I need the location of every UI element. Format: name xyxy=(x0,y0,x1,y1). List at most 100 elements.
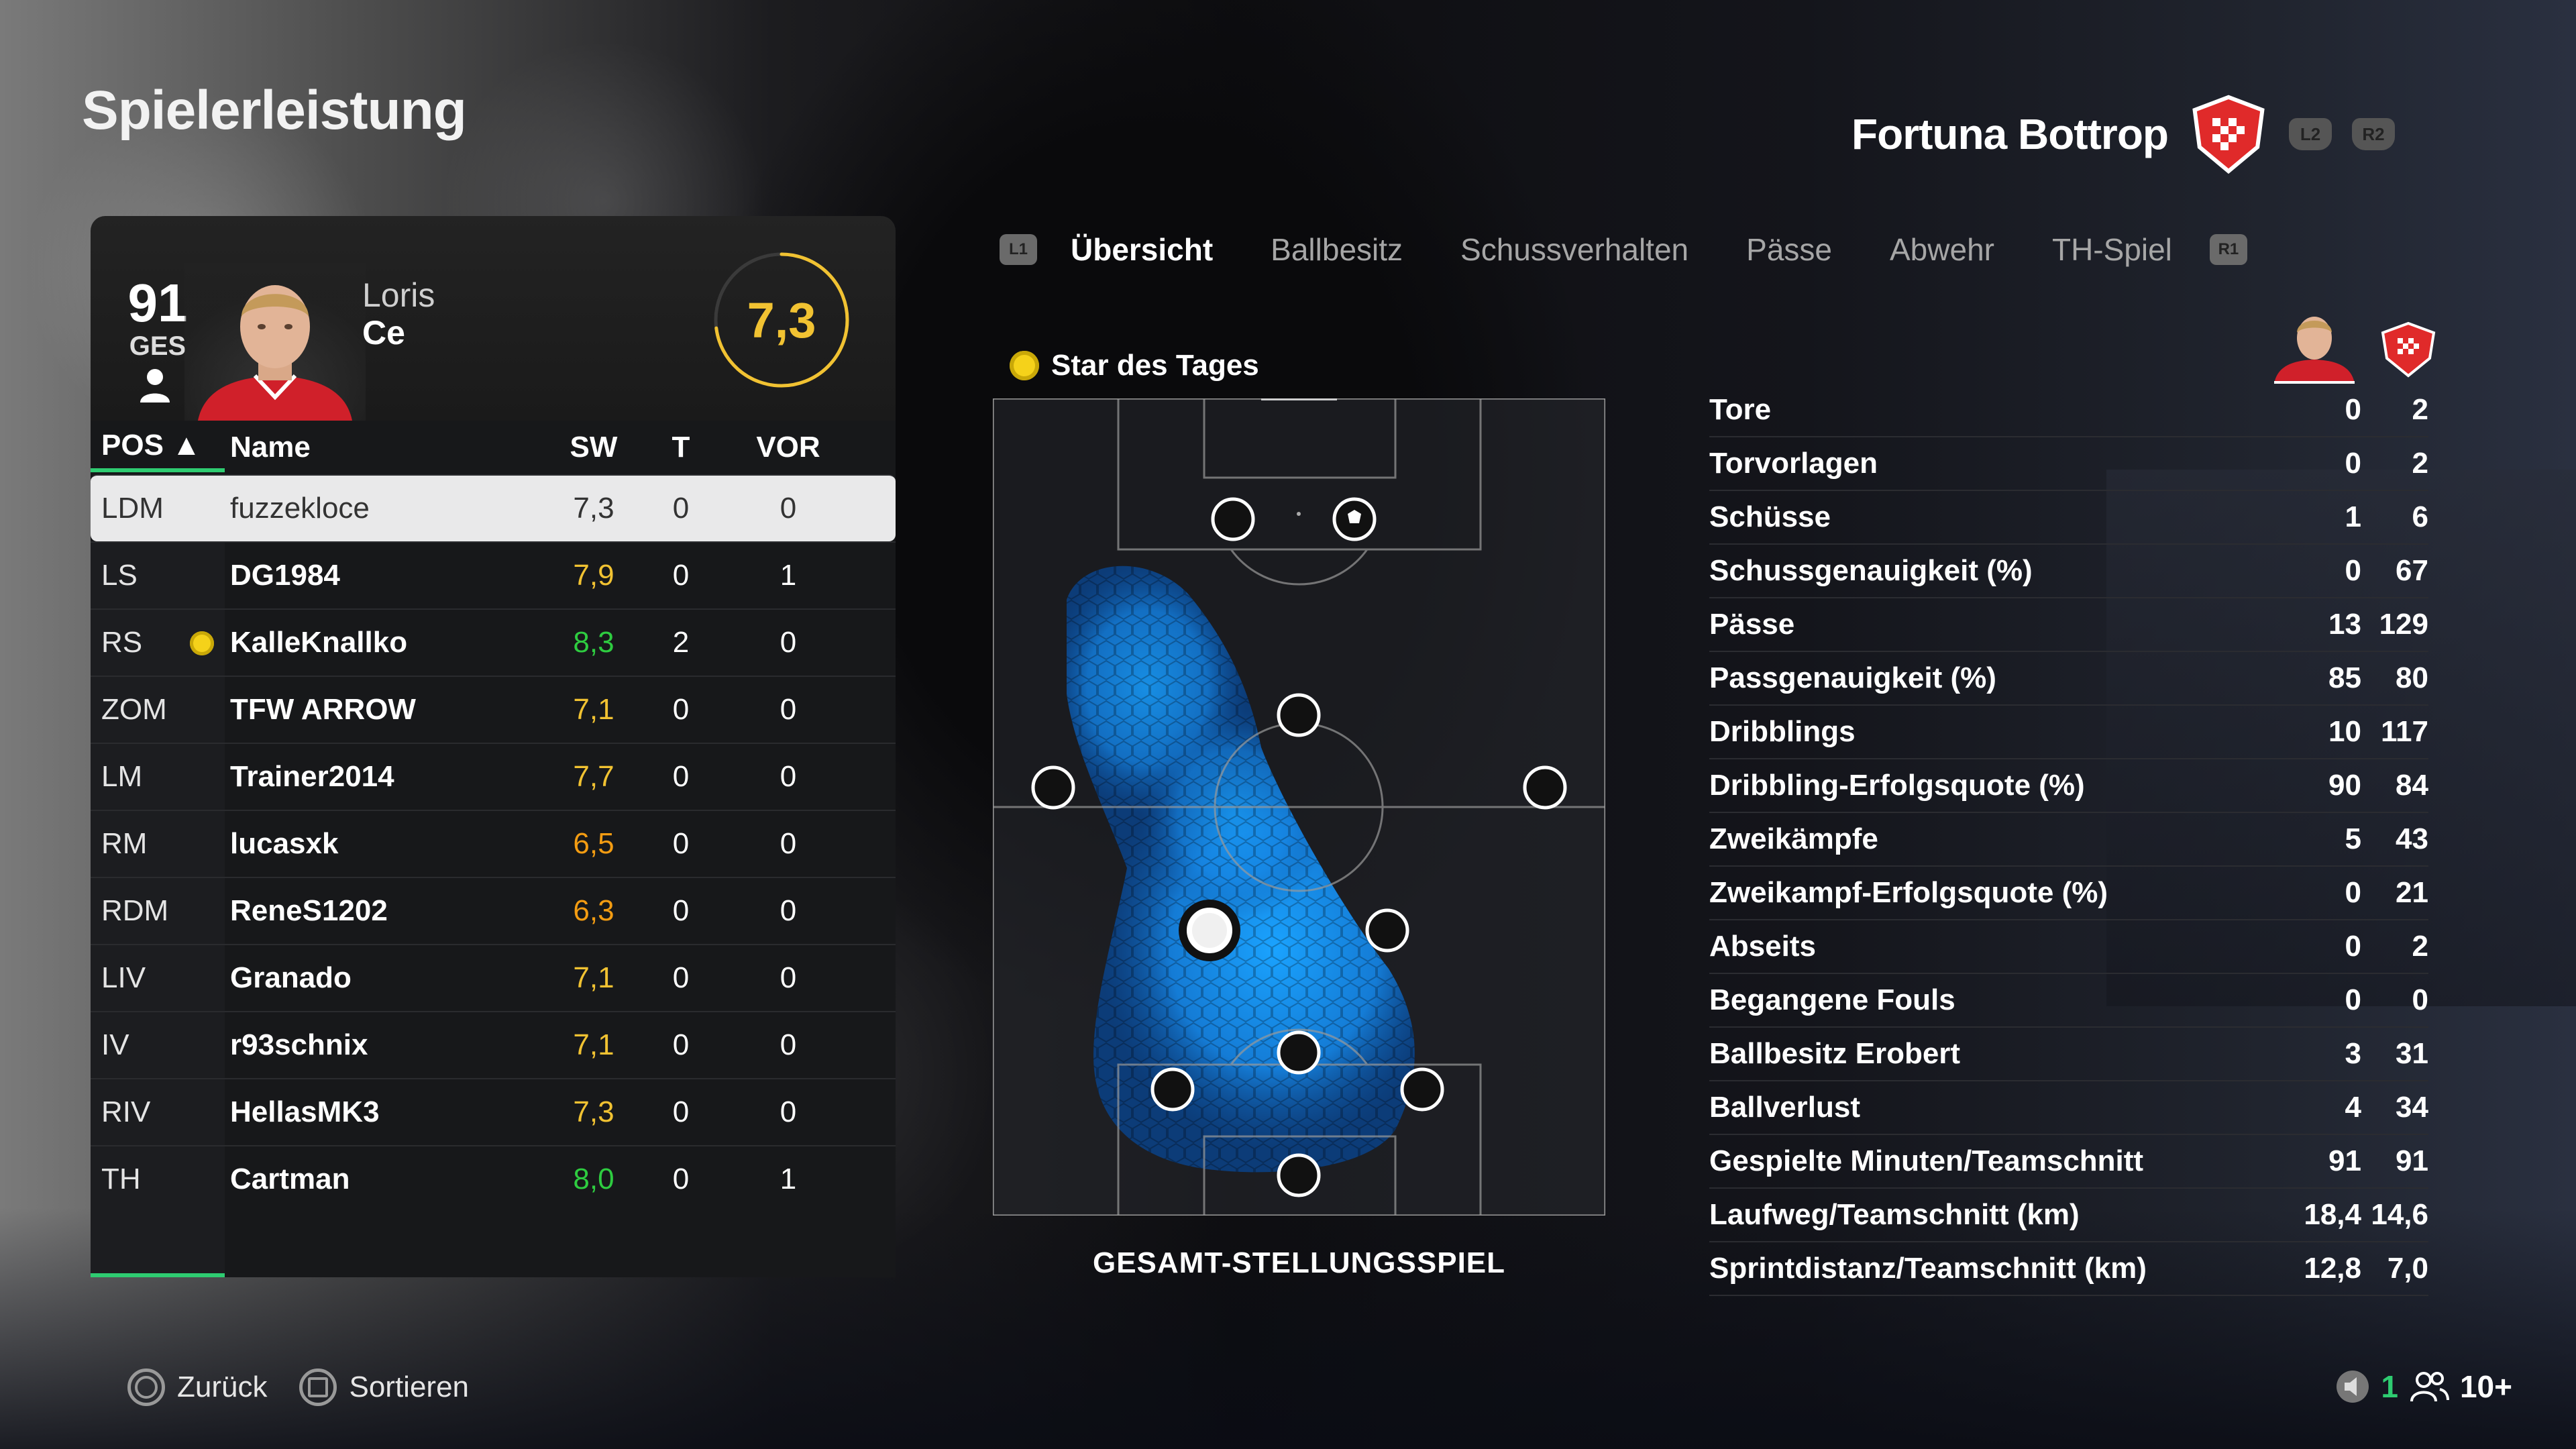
row-assists: 0 xyxy=(780,961,797,994)
stat-label: Abseits xyxy=(1709,930,1816,963)
row-pos: RDM xyxy=(91,878,225,944)
row-pos: TH xyxy=(91,1146,225,1212)
r2-button[interactable]: R2 xyxy=(2352,118,2395,150)
header-pos[interactable]: POS ▲ xyxy=(91,423,225,472)
stat-row: Zweikampf-Erfolgsquote (%) 0 21 xyxy=(1709,867,2428,920)
header-sw[interactable]: SW xyxy=(547,431,641,464)
scroll-indicator xyxy=(91,1273,225,1277)
table-empty-cell xyxy=(91,1212,225,1277)
header-vor[interactable]: VOR xyxy=(721,431,855,464)
stat-player-value: 85 xyxy=(2328,661,2361,694)
stat-player-value: 0 xyxy=(2345,554,2361,587)
back-label[interactable]: Zurück xyxy=(177,1371,267,1404)
stat-player-value: 0 xyxy=(2345,447,2361,480)
table-row[interactable]: RS KalleKnallko 8,3 2 0 xyxy=(91,608,896,676)
stat-team-value: 2 xyxy=(2412,930,2428,963)
stat-row: Schüsse 1 6 xyxy=(1709,491,2428,545)
table-row[interactable]: RIV HellasMK3 7,3 0 0 xyxy=(91,1078,896,1145)
table-row[interactable]: RM lucasxk 6,5 0 0 xyxy=(91,810,896,877)
table-row[interactable]: TH Cartman 8,0 0 1 xyxy=(91,1145,896,1212)
stat-label: Tore xyxy=(1709,393,1772,426)
header-name[interactable]: Name xyxy=(225,431,547,464)
row-pos: LDM xyxy=(101,492,164,525)
table-row[interactable]: LDM fuzzekloce 7,3 0 0 xyxy=(91,474,896,541)
row-goals: 0 xyxy=(672,961,690,994)
row-rating: 7,3 xyxy=(573,492,614,525)
row-goals: 0 xyxy=(672,1163,690,1195)
stat-team-value: 6 xyxy=(2412,500,2428,533)
stat-player-value: 4 xyxy=(2345,1091,2361,1124)
tab-schussverhalten[interactable]: Schussverhalten xyxy=(1460,231,1688,268)
row-name: HellasMK3 xyxy=(230,1095,380,1128)
stat-label: Pässe xyxy=(1709,608,1795,641)
row-rating: 7,1 xyxy=(573,1028,614,1061)
stat-team-value: 14,6 xyxy=(2371,1198,2428,1231)
l1-button[interactable]: L1 xyxy=(1000,234,1037,265)
selected-player-marker-inner xyxy=(1192,913,1227,948)
tab-abwehr[interactable]: Abwehr xyxy=(1890,231,1994,268)
stat-player-value: 0 xyxy=(2345,393,2361,426)
stat-team-value: 91 xyxy=(2396,1144,2428,1177)
footer-status: 1 10+ xyxy=(2335,1368,2512,1405)
star-of-day-icon xyxy=(190,631,214,655)
player-marker xyxy=(1277,1153,1321,1197)
table-row[interactable]: LM Trainer2014 7,7 0 0 xyxy=(91,743,896,810)
player-marker xyxy=(1277,1030,1321,1075)
row-goals: 0 xyxy=(672,492,690,525)
stats-column-header xyxy=(2274,317,2436,384)
sort-label[interactable]: Sortieren xyxy=(349,1371,469,1404)
stat-team-value: 129 xyxy=(2379,608,2428,641)
star-of-day-icon xyxy=(1010,351,1039,380)
tab-ballbesitz[interactable]: Ballbesitz xyxy=(1271,231,1403,268)
stat-player-value: 5 xyxy=(2345,822,2361,855)
row-assists: 0 xyxy=(780,827,797,860)
stat-team-value: 0 xyxy=(2412,983,2428,1016)
stat-row: Sprintdistanz/Teamschnitt (km) 12,8 7,0 xyxy=(1709,1242,2428,1296)
stat-team-value: 31 xyxy=(2396,1037,2428,1070)
player-marker xyxy=(1150,1067,1195,1112)
stat-row: Tore 0 2 xyxy=(1709,384,2428,437)
header-t[interactable]: T xyxy=(641,431,721,464)
stat-row: Dribbling-Erfolgsquote (%) 90 84 xyxy=(1709,759,2428,813)
stat-label: Ballbesitz Erobert xyxy=(1709,1037,1961,1070)
stat-row: Dribblings 10 117 xyxy=(1709,706,2428,759)
person-icon xyxy=(140,369,170,402)
player-marker xyxy=(1211,497,1255,541)
friends-icon xyxy=(2410,1372,2449,1402)
player-overall-label: GES xyxy=(129,331,186,361)
row-rating: 8,0 xyxy=(573,1163,614,1195)
tab-uebersicht[interactable]: Übersicht xyxy=(1071,231,1213,268)
table-row[interactable]: LIV Granado 7,1 0 0 xyxy=(91,944,896,1011)
row-assists: 0 xyxy=(780,894,797,927)
speaker-muted-icon xyxy=(2337,1371,2369,1403)
row-rating: 7,3 xyxy=(573,1095,614,1128)
stat-team-value: 117 xyxy=(2381,715,2428,748)
r1-button[interactable]: R1 xyxy=(2209,234,2247,265)
stat-team-value: 80 xyxy=(2396,661,2428,694)
online-count: 1 xyxy=(2381,1369,2398,1404)
tab-paesse[interactable]: Pässe xyxy=(1746,231,1832,268)
table-header: POS ▲ Name SW T VOR xyxy=(91,421,896,474)
stat-row: Ballbesitz Erobert 3 31 xyxy=(1709,1028,2428,1081)
stat-team-value: 34 xyxy=(2396,1091,2428,1124)
tab-th-spiel[interactable]: TH-Spiel xyxy=(2052,231,2172,268)
table-row[interactable]: IV r93schnix 7,1 0 0 xyxy=(91,1011,896,1078)
table-row[interactable]: ZOM TFW ARROW 7,1 0 0 xyxy=(91,676,896,743)
player-marker xyxy=(1365,908,1409,953)
player-overall: 91 xyxy=(127,273,188,333)
team-crest-icon xyxy=(2192,95,2265,174)
stat-player-value: 3 xyxy=(2345,1037,2361,1070)
stat-team-value: 21 xyxy=(2396,876,2428,909)
stat-player-value: 13 xyxy=(2328,608,2361,641)
stat-label: Ballverlust xyxy=(1709,1091,1860,1124)
table-row[interactable]: LS DG1984 7,9 0 1 xyxy=(91,541,896,608)
team-header: Fortuna Bottrop L2 R2 xyxy=(1851,94,2395,174)
stat-player-value: 1 xyxy=(2345,500,2361,533)
row-name: DG1984 xyxy=(230,559,340,592)
square-button-icon[interactable] xyxy=(299,1368,337,1406)
table-row[interactable]: RDM ReneS1202 6,3 0 0 xyxy=(91,877,896,944)
circle-button-icon[interactable] xyxy=(127,1368,165,1406)
row-name: fuzzekloce xyxy=(230,492,370,525)
team-crest-small-icon xyxy=(2381,321,2436,378)
l2-button[interactable]: L2 xyxy=(2289,118,2332,150)
